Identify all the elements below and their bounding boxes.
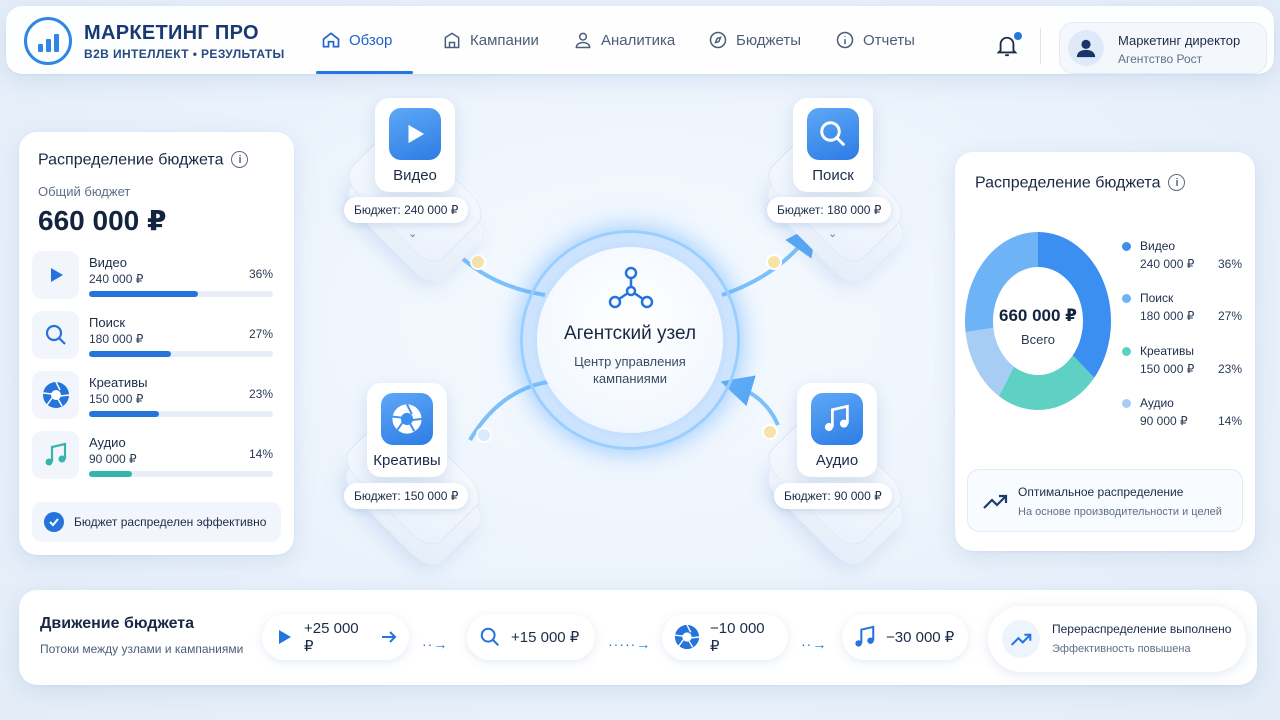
flow-dashes: ··→ (801, 636, 828, 652)
play-icon (389, 108, 441, 160)
chevron-down-icon[interactable]: ⌄ (828, 227, 837, 240)
flow-value: −10 000 ₽ (710, 619, 765, 655)
redistribution-status: Перераспределение выполнено Эффективност… (988, 606, 1246, 672)
note-title: Оптимальное распределение (1018, 485, 1184, 499)
hub-title: Агентский узел (563, 323, 697, 344)
search-icon (807, 108, 859, 160)
flow-pill-video[interactable]: +25 000 ₽ (262, 614, 409, 660)
note-subtitle: На основе производительности и целей (1018, 506, 1222, 518)
optimal-distribution-note: Оптимальное распределение На основе прои… (967, 469, 1243, 532)
legend-dot (1122, 294, 1131, 303)
node-card: Аудио (797, 383, 877, 477)
coin-icon (476, 427, 492, 443)
card-title: Распределение бюджета i (975, 174, 1186, 193)
search-icon (480, 627, 499, 646)
node-budget-badge: Бюджет: 90 000 ₽ (774, 483, 892, 509)
agent-hub[interactable]: Агентский узел Центр управления кампания… (537, 247, 723, 433)
hub-subtitle: Центр управления кампаниями (574, 354, 686, 386)
budget-donut-card: Распределение бюджета i 660 000 ₽ Всего В… (955, 152, 1255, 551)
arrow-right-icon (382, 631, 397, 643)
network-icon (608, 266, 654, 309)
legend-dot (1122, 347, 1131, 356)
music-icon (855, 625, 875, 647)
music-icon (811, 393, 863, 445)
flow-pill-search[interactable]: +15 000 ₽ (467, 614, 595, 660)
node-budget-badge: Бюджет: 180 000 ₽ (767, 197, 892, 223)
donut-slice-2[interactable] (998, 355, 1095, 410)
info-icon[interactable]: i (1168, 174, 1186, 191)
status-title: Перераспределение выполнено (1052, 622, 1232, 636)
flow-dashes: ··→ (422, 636, 449, 652)
panel-title: Движение бюджета (40, 615, 194, 632)
node-budget-badge: Бюджет: 150 000 ₽ (344, 483, 469, 509)
trend-up-icon (983, 494, 1008, 509)
flow-value: −30 000 ₽ (886, 629, 955, 646)
aperture-icon (381, 393, 433, 445)
flow-pill-creatives[interactable]: −10 000 ₽ (662, 614, 788, 660)
donut-slice-0[interactable] (1038, 232, 1111, 378)
flow-value: +25 000 ₽ (304, 619, 359, 655)
node-name: Аудио (815, 452, 859, 469)
node-card: Креативы (367, 383, 447, 477)
flow-dashes: ·····→ (608, 636, 652, 652)
node-card: Поиск (793, 98, 873, 192)
legend-dot (1122, 399, 1131, 408)
coin-icon (762, 424, 778, 440)
aperture-icon (674, 624, 700, 650)
donut-label: Всего (1020, 332, 1056, 347)
trend-up-icon (1002, 620, 1040, 658)
coin-icon (470, 254, 486, 270)
node-budget-badge: Бюджет: 240 000 ₽ (344, 197, 469, 223)
node-card: Видео (375, 98, 455, 192)
play-icon (279, 630, 291, 644)
chevron-down-icon[interactable]: ⌄ (408, 227, 417, 240)
budget-movement-panel: Движение бюджета Потоки между узлами и к… (19, 590, 1257, 685)
flow-value: +15 000 ₽ (511, 629, 580, 646)
status-subtitle: Эффективность повышена (1052, 643, 1191, 655)
node-name: Креативы (373, 452, 441, 469)
coin-icon (766, 254, 782, 270)
flow-pill-audio[interactable]: −30 000 ₽ (842, 614, 968, 660)
donut-total: 660 000 ₽ (998, 306, 1077, 325)
node-name: Видео (393, 167, 437, 184)
node-name: Поиск (812, 167, 854, 184)
legend-dot (1122, 242, 1131, 251)
panel-subtitle: Потоки между узлами и кампаниями (40, 642, 244, 656)
